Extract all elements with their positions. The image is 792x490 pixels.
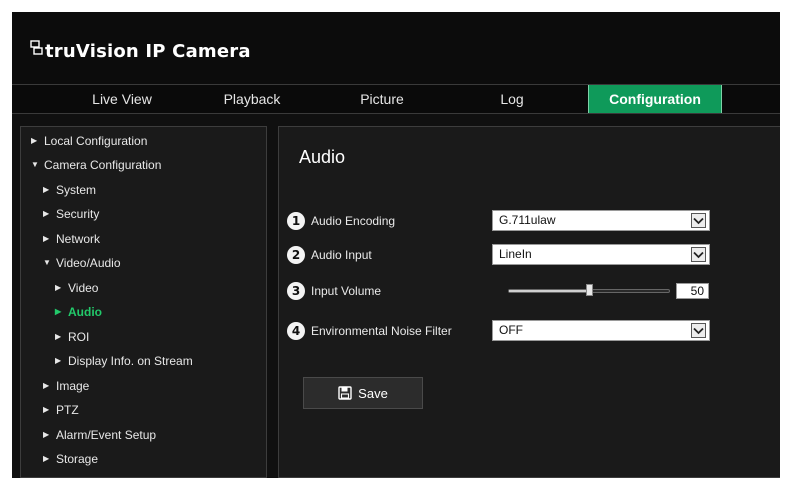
sidebar-item-alarm-event-setup[interactable]: ▶ Alarm/Event Setup <box>43 425 156 445</box>
audio-input-value: LineIn <box>499 247 532 261</box>
triangle-right-icon: ▶ <box>55 356 62 365</box>
sidebar-item-image[interactable]: ▶ Image <box>43 376 89 396</box>
triangle-right-icon: ▶ <box>55 332 62 341</box>
callout-badge: 1 <box>287 212 305 230</box>
chevron-down-icon[interactable] <box>691 323 706 338</box>
noise-filter-row: 4 Environmental Noise Filter OFF <box>287 319 780 343</box>
sidebar-item-label: Display Info. on Stream <box>68 354 193 368</box>
triangle-down-icon: ▼ <box>43 258 51 267</box>
audio-input-label: Audio Input <box>311 248 372 262</box>
sidebar-item-label: Network <box>56 232 101 246</box>
tab-picture[interactable]: Picture <box>332 85 432 113</box>
page-title: Audio <box>299 147 346 167</box>
sidebar-item-label: Alarm/Event Setup <box>56 428 157 442</box>
sidebar-item-label: Image <box>56 379 90 393</box>
tab-playback[interactable]: Playback <box>207 85 297 113</box>
sidebar-item-label: System <box>56 183 97 197</box>
input-volume-value[interactable]: 50 <box>676 283 709 299</box>
save-button-label: Save <box>358 385 388 401</box>
triangle-right-icon: ▶ <box>43 209 50 218</box>
sidebar-item-local-configuration[interactable]: ▶ Local Configuration <box>31 131 147 151</box>
callout-badge: 4 <box>287 322 305 340</box>
audio-settings-panel: Audio 1 Audio Encoding G.711ulaw 2 Audio… <box>278 126 780 478</box>
triangle-right-icon: ▶ <box>55 307 62 316</box>
sidebar-item-camera-configuration[interactable]: ▼ Camera Configuration <box>31 155 161 175</box>
triangle-right-icon: ▶ <box>43 454 50 463</box>
input-volume-slider[interactable] <box>508 284 670 296</box>
slider-thumb[interactable] <box>586 284 593 296</box>
logo-text: truVision IP Camera <box>45 41 251 62</box>
audio-encoding-label: Audio Encoding <box>311 214 396 228</box>
sidebar-item-label: Local Configuration <box>44 134 148 148</box>
header: truVision IP Camera <box>12 12 780 84</box>
audio-input-select[interactable]: LineIn <box>492 244 710 265</box>
triangle-right-icon: ▶ <box>43 430 50 439</box>
top-nav: Live View Playback Picture Log Configura… <box>12 84 780 114</box>
sidebar-item-video-audio[interactable]: ▼ Video/Audio <box>43 253 121 273</box>
save-button[interactable]: Save <box>303 377 423 409</box>
tab-configuration[interactable]: Configuration <box>588 85 722 113</box>
chevron-down-icon[interactable] <box>691 213 706 228</box>
sidebar-item-label: PTZ <box>56 403 79 417</box>
floppy-disk-icon <box>338 386 352 400</box>
triangle-right-icon: ▶ <box>43 185 50 194</box>
triangle-right-icon: ▶ <box>31 136 38 145</box>
triangle-right-icon: ▶ <box>43 381 50 390</box>
sidebar-item-ptz[interactable]: ▶ PTZ <box>43 400 79 420</box>
triangle-right-icon: ▶ <box>55 283 62 292</box>
tab-live-view[interactable]: Live View <box>52 85 192 113</box>
sidebar-item-video[interactable]: ▶ Video <box>55 278 98 298</box>
sidebar-item-system[interactable]: ▶ System <box>43 180 96 200</box>
callout-badge: 2 <box>287 246 305 264</box>
sidebar-item-security[interactable]: ▶ Security <box>43 204 99 224</box>
sidebar-item-label: Storage <box>56 452 99 466</box>
sidebar-item-roi[interactable]: ▶ ROI <box>55 327 89 347</box>
audio-encoding-value: G.711ulaw <box>499 213 556 227</box>
chevron-down-icon[interactable] <box>691 247 706 262</box>
sidebar-item-label: Video <box>68 281 99 295</box>
noise-filter-select[interactable]: OFF <box>492 320 710 341</box>
noise-filter-label: Environmental Noise Filter <box>311 324 452 338</box>
sidebar-item-label: ROI <box>68 330 90 344</box>
sidebar-tree: ▶ Local Configuration ▼ Camera Configura… <box>20 126 267 478</box>
app-window: truVision IP Camera Live View Playback P… <box>12 12 780 478</box>
camera-outline-icon <box>30 40 44 56</box>
sidebar-item-network[interactable]: ▶ Network <box>43 229 100 249</box>
sidebar-item-storage[interactable]: ▶ Storage <box>43 449 98 469</box>
logo: truVision IP Camera <box>30 30 251 66</box>
sidebar-item-label: Camera Configuration <box>44 158 162 172</box>
input-volume-label: Input Volume <box>311 284 382 298</box>
input-volume-row: 3 Input Volume 50 <box>287 279 780 303</box>
slider-fill <box>509 290 589 292</box>
triangle-down-icon: ▼ <box>31 160 39 169</box>
noise-filter-value: OFF <box>499 323 523 337</box>
sidebar-item-label: Video/Audio <box>56 256 121 270</box>
audio-encoding-select[interactable]: G.711ulaw <box>492 210 710 231</box>
audio-input-row: 2 Audio Input LineIn <box>287 243 780 267</box>
sidebar-item-label: Audio <box>68 305 102 319</box>
tab-log[interactable]: Log <box>462 85 562 113</box>
sidebar-item-display-info-on-stream[interactable]: ▶ Display Info. on Stream <box>55 351 193 371</box>
sidebar-item-audio[interactable]: ▶ Audio <box>55 302 102 322</box>
triangle-right-icon: ▶ <box>43 234 50 243</box>
callout-badge: 3 <box>287 282 305 300</box>
audio-encoding-row: 1 Audio Encoding G.711ulaw <box>287 209 780 233</box>
triangle-right-icon: ▶ <box>43 405 50 414</box>
sidebar-item-label: Security <box>56 207 100 221</box>
